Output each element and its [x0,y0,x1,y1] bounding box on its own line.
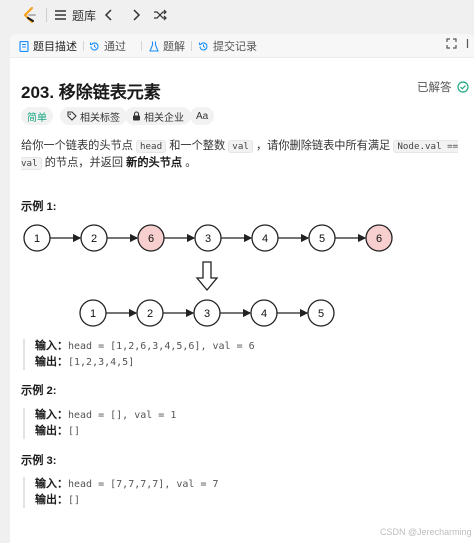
shuffle-icon[interactable] [153,6,167,24]
list-node-value: 3 [205,233,211,245]
down-arrow-icon [195,261,219,292]
list-node-value: 1 [90,308,96,320]
output-label: 输出： [35,355,68,368]
list-node-value: 5 [319,233,325,245]
chevron-right-icon[interactable] [131,6,141,24]
list-node-value: 3 [204,308,210,320]
chevron-left-icon[interactable] [104,6,114,24]
list-node-value: 2 [91,233,97,245]
watermark: CSDN @Jerecharming [380,527,472,537]
example-3-block: 输入：head = [7,7,7,7], val = 7 输出：[] [23,477,219,508]
list-node-value: 1 [34,233,40,245]
input-label: 输入： [35,409,68,421]
example-1-input: head = [1,2,6,3,4,5,6], val = 6 [68,341,255,352]
input-label: 输入： [35,478,68,490]
problem-bank-link[interactable]: 题库 [72,7,96,24]
list-node-value: 2 [147,308,153,320]
linked-list-diagram: 1 2 6 3 4 5 6 1 2 3 4 5 [23,224,393,327]
example-2-title: 示例 2: [21,385,57,397]
example-3-input: head = [7,7,7,7], val = 7 [68,479,219,490]
list-node-value: 4 [262,233,268,245]
example-1-output: [1,2,3,4,5] [68,356,135,368]
list-node-value: 5 [318,308,324,320]
nav-divider [46,8,47,22]
diagram-after-row: 1 2 3 4 5 [79,299,335,327]
top-nav-bar: 题库 [0,0,474,30]
example-2-block: 输入：head = [], val = 1 输出：[] [23,408,176,439]
list-node-value: 6 [148,233,154,245]
example-1-block: 输入：head = [1,2,6,3,4,5,6], val = 6 输出：[1… [23,339,255,370]
problem-list-icon[interactable] [54,6,67,24]
list-node-value: 6 [376,233,382,245]
output-label: 输出： [35,424,68,437]
problem-panel: 题目描述 通过 题解 提交记录 203. 移除链表元素 已解答 简单 相关标签 … [10,34,474,543]
example-2-input: head = [], val = 1 [68,410,177,421]
output-label: 输出： [35,493,68,506]
diagram-before-row: 1 2 6 3 4 5 6 [23,224,393,252]
leetcode-logo-icon[interactable] [21,6,39,24]
example-3-output: [] [68,494,81,506]
example-3-title: 示例 3: [21,455,57,467]
input-label: 输入： [35,340,68,352]
example-2-output: [] [68,425,81,437]
list-node-value: 4 [261,308,267,320]
